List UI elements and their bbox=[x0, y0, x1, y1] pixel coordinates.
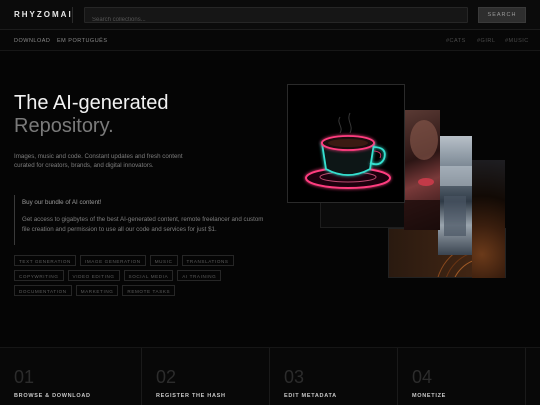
tag-remote-tasks[interactable]: REMOTE TASKS bbox=[122, 285, 176, 296]
search-button[interactable]: SEARCH bbox=[478, 7, 526, 23]
image-card-back bbox=[320, 200, 410, 228]
step-number: 04 bbox=[412, 367, 433, 387]
nav-tag-cats[interactable]: #CATS bbox=[446, 38, 466, 44]
sub-nav: DOWNLOAD EM PORTUGUÊS #CATS #GIRL #MUSIC bbox=[0, 30, 540, 51]
hero-description: Images, music and code. Constant updates… bbox=[14, 153, 183, 169]
woman-face-image bbox=[404, 110, 440, 230]
step-label: BROWSE & DOWNLOAD bbox=[14, 393, 91, 399]
step-label: EDIT METADATA bbox=[284, 393, 337, 399]
step-label: REGISTER THE HASH bbox=[156, 393, 226, 399]
callout-body: Get access to gigabytes of the best AI-g… bbox=[22, 216, 264, 233]
face-art bbox=[404, 120, 440, 230]
search-input[interactable] bbox=[85, 13, 467, 27]
bundle-callout: Buy our bundle of AI content! Get access… bbox=[14, 195, 264, 245]
tag-marketing[interactable]: MARKETING bbox=[75, 285, 119, 296]
portrait-image bbox=[438, 136, 472, 255]
top-bar: RHYZOMAI SEARCH bbox=[0, 0, 540, 30]
hero-title-line2: Repository. bbox=[14, 115, 114, 137]
tag-copywriting[interactable]: COPYWRITING bbox=[14, 270, 64, 281]
step-1[interactable]: 01 BROWSE & DOWNLOAD bbox=[0, 348, 142, 405]
portrait-art bbox=[438, 166, 472, 236]
step-number: 01 bbox=[14, 367, 35, 387]
tag-translations[interactable]: TRANSLATIONS bbox=[181, 255, 234, 266]
tag-video-editing[interactable]: VIDEO EDITING bbox=[67, 270, 120, 281]
tag-image-generation[interactable]: IMAGE GENERATION bbox=[79, 255, 146, 266]
nav-tag-music[interactable]: #MUSIC bbox=[505, 38, 529, 44]
tag-social-media[interactable]: SOCIAL MEDIA bbox=[123, 270, 174, 281]
nav-tag-girl[interactable]: #GIRL bbox=[477, 38, 495, 44]
step-number: 02 bbox=[156, 367, 177, 387]
search-box[interactable] bbox=[84, 7, 468, 27]
tag-text-generation[interactable]: TEXT GENERATION bbox=[14, 255, 76, 266]
tag-music[interactable]: MUSIC bbox=[149, 255, 178, 266]
divider bbox=[72, 7, 73, 23]
step-number: 03 bbox=[284, 367, 305, 387]
steps-bar: 01 BROWSE & DOWNLOAD 02 REGISTER THE HAS… bbox=[0, 347, 540, 405]
callout-title: Buy our bundle of AI content! bbox=[22, 199, 102, 206]
step-3[interactable]: 03 EDIT METADATA bbox=[270, 348, 398, 405]
tag-documentation[interactable]: DOCUMENTATION bbox=[14, 285, 72, 296]
step-4[interactable]: 04 MONETIZE bbox=[398, 348, 526, 405]
nav-portuguese[interactable]: EM PORTUGUÊS bbox=[57, 38, 108, 44]
image-card-record bbox=[472, 160, 505, 278]
nav-download[interactable]: DOWNLOAD bbox=[14, 38, 50, 44]
hero-title: The AI-generated Repository. bbox=[14, 92, 169, 138]
tag-ai-training[interactable]: AI TRAINING bbox=[177, 270, 222, 281]
hero-title-line1: The AI-generated bbox=[14, 92, 169, 114]
logo[interactable]: RHYZOMAI bbox=[14, 10, 73, 19]
neon-cup-art bbox=[305, 112, 391, 189]
step-2[interactable]: 02 REGISTER THE HASH bbox=[142, 348, 270, 405]
tag-list: TEXT GENERATION IMAGE GENERATION MUSIC T… bbox=[14, 255, 274, 296]
step-label: MONETIZE bbox=[412, 393, 447, 399]
neon-coffee-cup-image bbox=[287, 84, 405, 203]
